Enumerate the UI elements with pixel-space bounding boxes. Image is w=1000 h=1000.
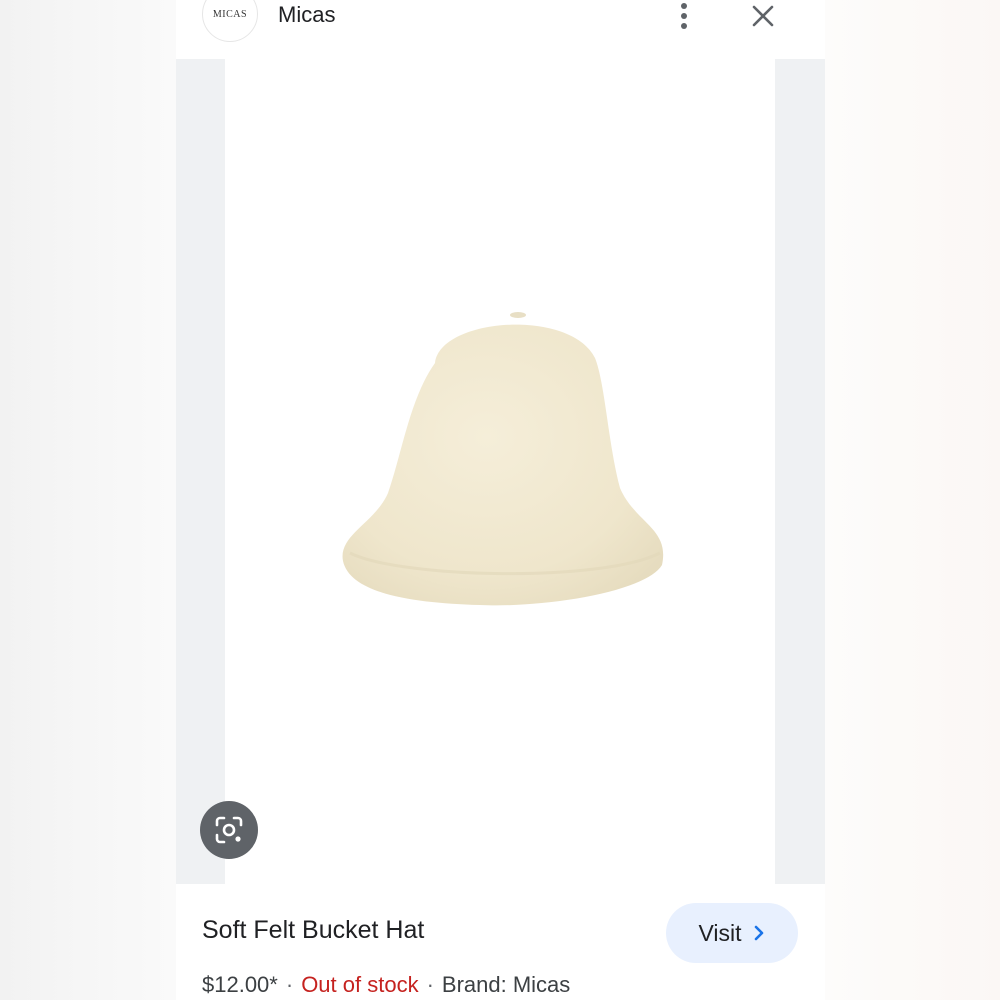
visit-button-label: Visit [698, 919, 742, 946]
product-image-area [176, 59, 825, 884]
site-logo[interactable]: MICAS [202, 0, 258, 42]
product-info: Soft Felt Bucket Hat Visit $12.00* · Out o… [176, 884, 825, 1000]
chevron-right-icon [754, 925, 763, 941]
left-backdrop [0, 0, 176, 1000]
visit-button[interactable]: Visit [666, 903, 798, 963]
panel-header: MICAS Micas [176, 0, 825, 59]
stock-status: Out of stock [301, 972, 419, 997]
meta-separator: · [285, 972, 294, 997]
lens-glyph-icon [215, 816, 243, 844]
product-price: $12.00* [202, 972, 278, 997]
site-logo-text: MICAS [212, 8, 248, 20]
site-name[interactable]: Micas [278, 2, 335, 28]
more-vert-icon[interactable] [674, 0, 694, 32]
product-title[interactable]: Soft Felt Bucket Hat [202, 916, 424, 945]
product-meta: $12.00* · Out of stock · Brand: Micas [202, 972, 570, 998]
bucket-hat-image [342, 312, 664, 606]
right-backdrop [824, 0, 1000, 1000]
product-brand: Brand: Micas [441, 972, 571, 997]
meta-separator: · [426, 972, 434, 997]
product-image[interactable] [225, 59, 775, 884]
google-lens-icon[interactable] [200, 801, 258, 859]
product-panel: MICAS Micas Soft Felt Bucket Hat Visit $… [176, 0, 825, 1000]
close-icon[interactable] [749, 2, 777, 30]
